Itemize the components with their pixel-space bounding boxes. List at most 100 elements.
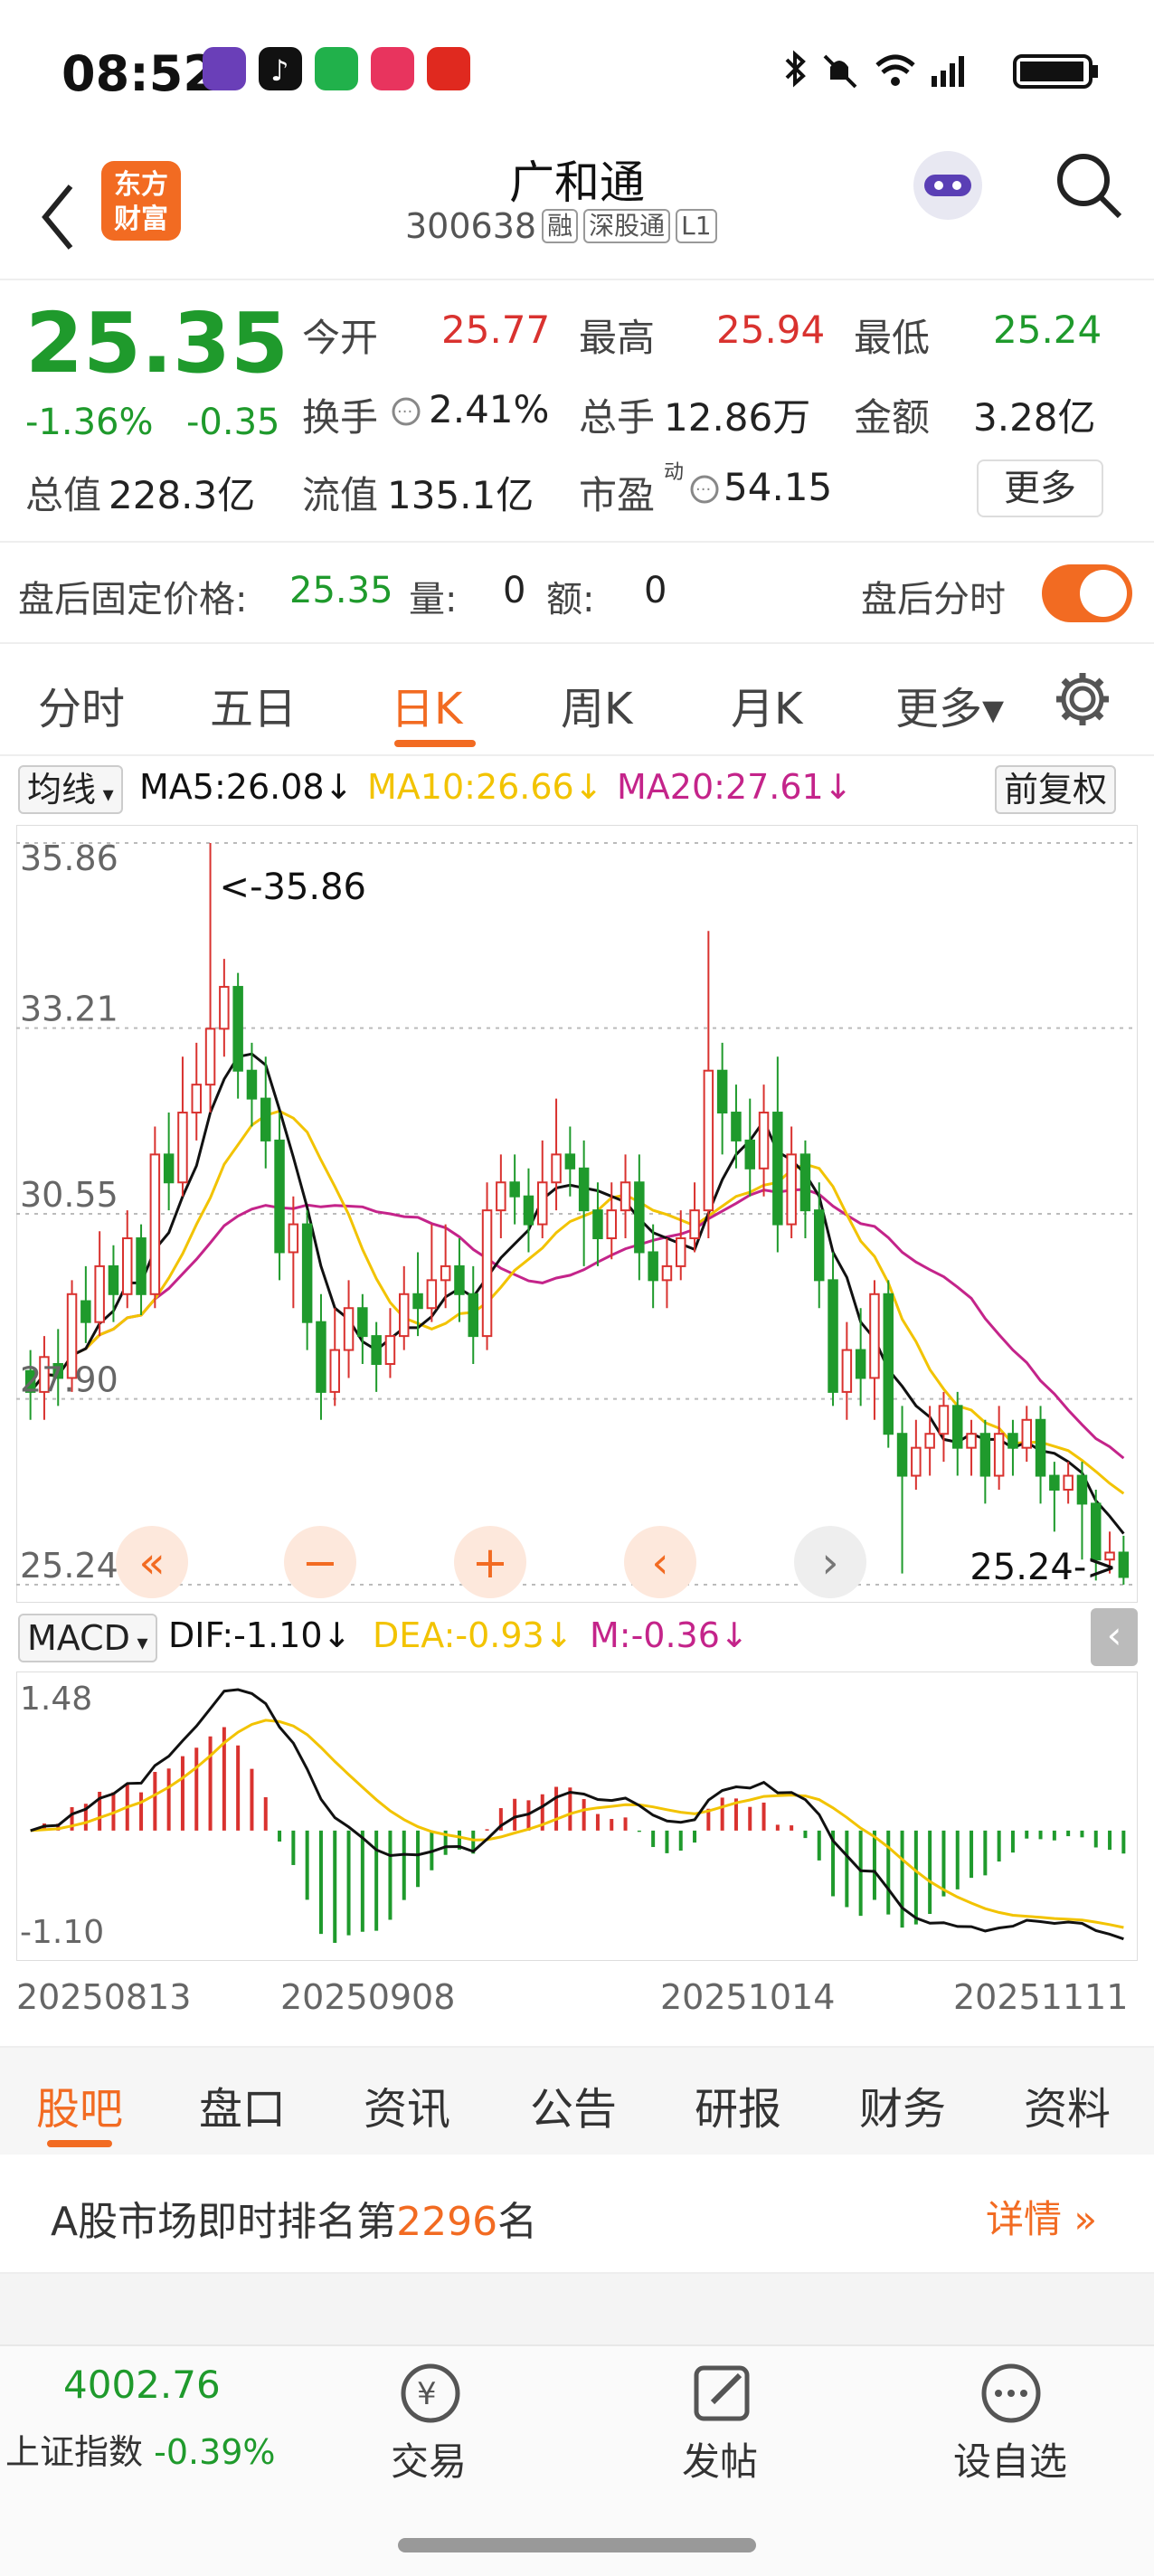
dif-label: DIF:-1.10↓ xyxy=(168,1615,352,1655)
trade-icon[interactable]: ¥ xyxy=(394,2357,467,2429)
after-volume-value: 0 xyxy=(503,570,526,611)
low-label: 最低 xyxy=(854,316,931,360)
info-icon[interactable]: ··· xyxy=(689,474,720,505)
candle-body xyxy=(371,1335,382,1366)
candle-body xyxy=(551,1153,562,1184)
candle-body xyxy=(232,986,243,1072)
scroll-right-icon[interactable]: › xyxy=(794,1526,866,1598)
candle-body xyxy=(468,1293,478,1338)
trade-label[interactable]: 交易 xyxy=(391,2431,467,2486)
rank-detail-link[interactable]: 详情 » xyxy=(986,2189,1097,2244)
rank-suffix: 名 xyxy=(497,2199,538,2245)
ma5-label: MA5:26.08↓ xyxy=(139,767,354,807)
kline-chart[interactable]: 35.86 33.21 30.55 27.90 25.24 <-35.86 25.24->… xyxy=(16,825,1138,1603)
pe-superscript: 动 xyxy=(664,461,685,484)
current-price: 25.35 xyxy=(25,295,289,392)
settings-gear-icon[interactable] xyxy=(1053,669,1112,729)
candle-body xyxy=(1118,1551,1130,1578)
svg-text:···: ··· xyxy=(695,480,711,499)
after-volume-label: 量: xyxy=(409,579,458,620)
rank-number: 2296 xyxy=(396,2199,498,2245)
open-label: 今开 xyxy=(302,316,379,360)
tab-weekly-k[interactable]: 周K xyxy=(561,673,632,736)
app-icon-red xyxy=(427,47,470,90)
candle-body xyxy=(786,1153,797,1226)
change-amount: -0.35 xyxy=(186,402,280,443)
candle-body xyxy=(703,1069,714,1212)
adjust-select[interactable]: 前复权 xyxy=(995,765,1117,814)
more-button[interactable]: 更多 xyxy=(977,459,1103,517)
info-icon[interactable]: ··· xyxy=(391,396,421,427)
tab-intraday[interactable]: 分时 xyxy=(38,673,125,736)
tab-daily-k[interactable]: 日K xyxy=(391,673,462,736)
index-value[interactable]: 4002.76 xyxy=(63,2363,221,2407)
more-dots-icon[interactable] xyxy=(975,2357,1047,2429)
search-icon[interactable] xyxy=(1053,149,1125,222)
candle-body xyxy=(1063,1474,1074,1491)
high-label: 最高 xyxy=(579,316,656,360)
candle-body xyxy=(426,1279,438,1310)
indicator-select[interactable]: 均线 ▾ xyxy=(18,765,123,814)
candle-body xyxy=(758,1112,770,1170)
battery-icon xyxy=(1013,54,1098,89)
tab-orderbook[interactable]: 盘口 xyxy=(199,2073,286,2136)
collapse-arrow-icon[interactable]: ‹ xyxy=(1091,1608,1138,1666)
float-label: 流值 xyxy=(302,473,379,517)
tab-news[interactable]: 资讯 xyxy=(364,2073,450,2136)
signal-icon xyxy=(932,56,964,87)
index-name-row[interactable]: 上证指数 -0.39% xyxy=(5,2424,276,2474)
tab-announcements[interactable]: 公告 xyxy=(530,2073,617,2136)
zoom-in-icon[interactable]: + xyxy=(454,1526,526,1598)
candle-body xyxy=(288,1223,299,1254)
separator xyxy=(0,2274,1154,2344)
candle-body xyxy=(412,1293,423,1310)
candle-body xyxy=(1049,1474,1060,1491)
add-watchlist-label[interactable]: 设自选 xyxy=(953,2431,1067,2486)
macd-select[interactable]: MACD ▾ xyxy=(18,1614,157,1662)
candle-body xyxy=(772,1112,783,1226)
candle-body xyxy=(260,1097,271,1141)
macd-top-label: 1.48 xyxy=(20,1681,92,1718)
date-label: 20250813 xyxy=(16,1977,192,2017)
candle-body xyxy=(592,1209,603,1240)
candle-body xyxy=(274,1139,285,1254)
tab-forum[interactable]: 股吧 xyxy=(36,2073,123,2136)
svg-text:¥: ¥ xyxy=(417,2376,437,2412)
tab-finance[interactable]: 财务 xyxy=(859,2073,946,2136)
candle-body xyxy=(855,1349,866,1379)
candle-body xyxy=(979,1433,991,1477)
rewind-icon[interactable]: « xyxy=(116,1526,188,1598)
robot-assistant-icon[interactable] xyxy=(904,140,991,227)
candle-body xyxy=(316,1321,326,1393)
status-icons xyxy=(785,50,1098,89)
after-hours-toggle[interactable] xyxy=(1042,564,1132,622)
candle-body xyxy=(716,1069,728,1114)
index-name: 上证指数 xyxy=(5,2432,144,2472)
zoom-out-icon[interactable]: − xyxy=(284,1526,356,1598)
after-hours-toggle-label: 盘后分时 xyxy=(861,579,1006,620)
macd-chart[interactable]: 1.48 -1.10 xyxy=(16,1672,1138,1961)
tab-five-day[interactable]: 五日 xyxy=(210,673,297,736)
candle-body xyxy=(496,1181,506,1212)
post-icon[interactable] xyxy=(686,2357,758,2429)
scroll-left-icon[interactable]: ‹ xyxy=(624,1526,696,1598)
candle-body xyxy=(149,1153,161,1295)
float-value: 135.1亿 xyxy=(387,473,534,517)
candle-body xyxy=(219,986,230,1030)
volume-label: 总手 xyxy=(579,395,656,440)
tab-research[interactable]: 研报 xyxy=(695,2073,781,2136)
svg-text:♪: ♪ xyxy=(270,53,288,88)
candle-body xyxy=(869,1293,880,1379)
tab-monthly-k[interactable]: 月K xyxy=(731,673,802,736)
macd-bottom-label: -1.10 xyxy=(20,1914,104,1951)
control-button-glyph: + xyxy=(472,1538,508,1588)
rank-detail-label: 详情 xyxy=(986,2197,1063,2241)
control-button-glyph: › xyxy=(821,1538,838,1588)
bluetooth-icon xyxy=(785,50,806,88)
tab-profile[interactable]: 资料 xyxy=(1024,2073,1111,2136)
status-time: 08:52 xyxy=(61,45,217,102)
tab-more[interactable]: 更多▾ xyxy=(895,673,1004,736)
candle-body xyxy=(523,1195,534,1226)
candle-body xyxy=(481,1209,493,1338)
post-label[interactable]: 发帖 xyxy=(682,2431,758,2486)
